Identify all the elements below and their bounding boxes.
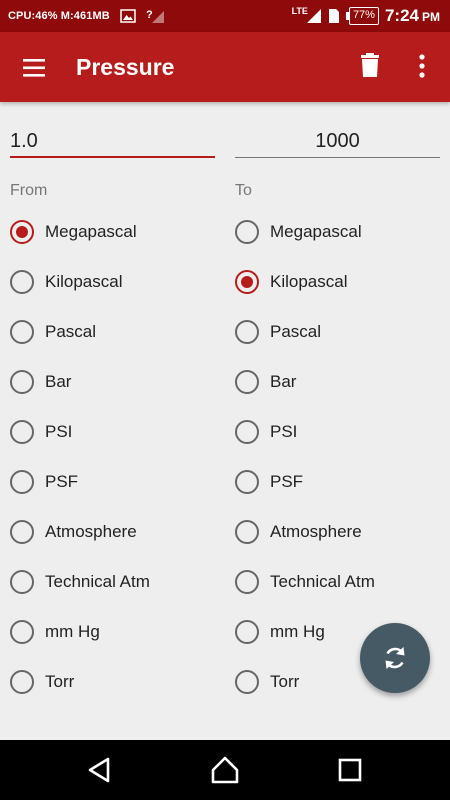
- unit-label: Atmosphere: [45, 522, 137, 541]
- battery-percent: 77%: [348, 7, 379, 25]
- radio-button-icon[interactable]: [235, 620, 259, 644]
- radio-button-icon[interactable]: [235, 370, 259, 394]
- radio-button-icon[interactable]: [235, 270, 259, 294]
- from-unit-option[interactable]: mm Hg: [10, 607, 225, 657]
- navigation-bar: [0, 740, 450, 800]
- unit-label: Kilopascal: [45, 272, 123, 291]
- unit-label: PSI: [270, 422, 298, 441]
- unit-label: mm Hg: [45, 622, 100, 641]
- page-title: Pressure: [76, 54, 175, 80]
- to-unit-option[interactable]: Pascal: [235, 307, 450, 357]
- unit-label: PSF: [270, 472, 304, 491]
- to-unit-option[interactable]: Atmosphere: [235, 507, 450, 557]
- radio-button-icon[interactable]: [10, 270, 34, 294]
- radio-button-icon[interactable]: [10, 620, 34, 644]
- radio-button-icon[interactable]: [235, 670, 259, 694]
- unit-label: Bar: [45, 372, 72, 391]
- radio-button-icon[interactable]: [10, 220, 34, 244]
- unit-label: PSI: [45, 422, 73, 441]
- recents-icon[interactable]: [334, 754, 366, 786]
- unit-label: PSF: [45, 472, 79, 491]
- clock-time: 7:24: [384, 6, 419, 25]
- menu-icon[interactable]: [14, 48, 54, 88]
- unit-label: Pascal: [270, 322, 322, 341]
- radio-button-icon[interactable]: [10, 420, 34, 444]
- sim-icon: [328, 9, 339, 23]
- signal-icon: [306, 9, 321, 23]
- from-value-input[interactable]: [10, 122, 215, 158]
- clock-ampm: PM: [422, 10, 440, 24]
- from-unit-option[interactable]: PSF: [10, 457, 225, 507]
- to-unit-option[interactable]: PSI: [235, 407, 450, 457]
- radio-button-icon[interactable]: [235, 570, 259, 594]
- cpu-memory-indicator: CPU:46% M:461MB: [8, 10, 110, 22]
- app-bar: Pressure: [0, 32, 450, 102]
- clock: 7:24 PM: [385, 6, 440, 26]
- unit-label: Bar: [270, 372, 297, 391]
- from-unit-option[interactable]: Technical Atm: [10, 557, 225, 607]
- battery-indicator: 77%: [345, 7, 379, 25]
- radio-button-icon[interactable]: [235, 420, 259, 444]
- from-label: From: [10, 182, 48, 199]
- radio-button-icon[interactable]: [235, 520, 259, 544]
- radio-button-icon[interactable]: [10, 520, 34, 544]
- status-right: LTE 77% 7:24 PM: [292, 0, 440, 32]
- image-notification-icon: [120, 9, 136, 23]
- unit-label: Megapascal: [270, 222, 362, 241]
- from-unit-option[interactable]: Bar: [10, 357, 225, 407]
- home-icon[interactable]: [209, 754, 241, 786]
- more-vert-icon[interactable]: [406, 48, 438, 84]
- from-unit-option[interactable]: PSI: [10, 407, 225, 457]
- unit-label: Technical Atm: [270, 572, 375, 591]
- unit-label: Kilopascal: [270, 272, 348, 291]
- delete-icon[interactable]: [352, 48, 388, 84]
- to-label: To: [235, 182, 252, 199]
- wifi-question-icon: ?: [146, 9, 164, 23]
- radio-button-icon[interactable]: [235, 320, 259, 344]
- unit-label: Megapascal: [45, 222, 137, 241]
- from-unit-list: Megapascal Kilopascal Pascal Bar PSI PSF…: [10, 207, 225, 707]
- from-unit-option[interactable]: Atmosphere: [10, 507, 225, 557]
- unit-label: Torr: [270, 672, 300, 691]
- unit-label: Atmosphere: [270, 522, 362, 541]
- network-type-label: LTE: [291, 6, 308, 16]
- unit-label: Torr: [45, 672, 75, 691]
- from-unit-option[interactable]: Megapascal: [10, 207, 225, 257]
- svg-text:?: ?: [146, 9, 153, 21]
- to-value-input[interactable]: [235, 122, 440, 158]
- radio-button-icon[interactable]: [10, 320, 34, 344]
- radio-button-icon[interactable]: [235, 470, 259, 494]
- unit-label: Technical Atm: [45, 572, 150, 591]
- to-unit-option[interactable]: PSF: [235, 457, 450, 507]
- from-unit-option[interactable]: Pascal: [10, 307, 225, 357]
- radio-button-icon[interactable]: [10, 370, 34, 394]
- back-icon[interactable]: [84, 754, 116, 786]
- from-unit-option[interactable]: Torr: [10, 657, 225, 707]
- radio-button-icon[interactable]: [235, 220, 259, 244]
- swap-icon: [385, 647, 405, 669]
- to-unit-option[interactable]: Bar: [235, 357, 450, 407]
- unit-label: Pascal: [45, 322, 97, 341]
- to-unit-option[interactable]: Technical Atm: [235, 557, 450, 607]
- unit-label: mm Hg: [270, 622, 325, 641]
- to-unit-option[interactable]: Kilopascal: [235, 257, 450, 307]
- radio-button-icon[interactable]: [10, 470, 34, 494]
- radio-button-icon[interactable]: [10, 570, 34, 594]
- radio-button-icon[interactable]: [10, 670, 34, 694]
- status-left: CPU:46% M:461MB ?: [8, 0, 166, 32]
- to-unit-option[interactable]: Megapascal: [235, 207, 450, 257]
- from-unit-option[interactable]: Kilopascal: [10, 257, 225, 307]
- status-bar: CPU:46% M:461MB ? LTE 77% 7:24 PM: [0, 0, 450, 32]
- swap-units-button[interactable]: [360, 623, 430, 693]
